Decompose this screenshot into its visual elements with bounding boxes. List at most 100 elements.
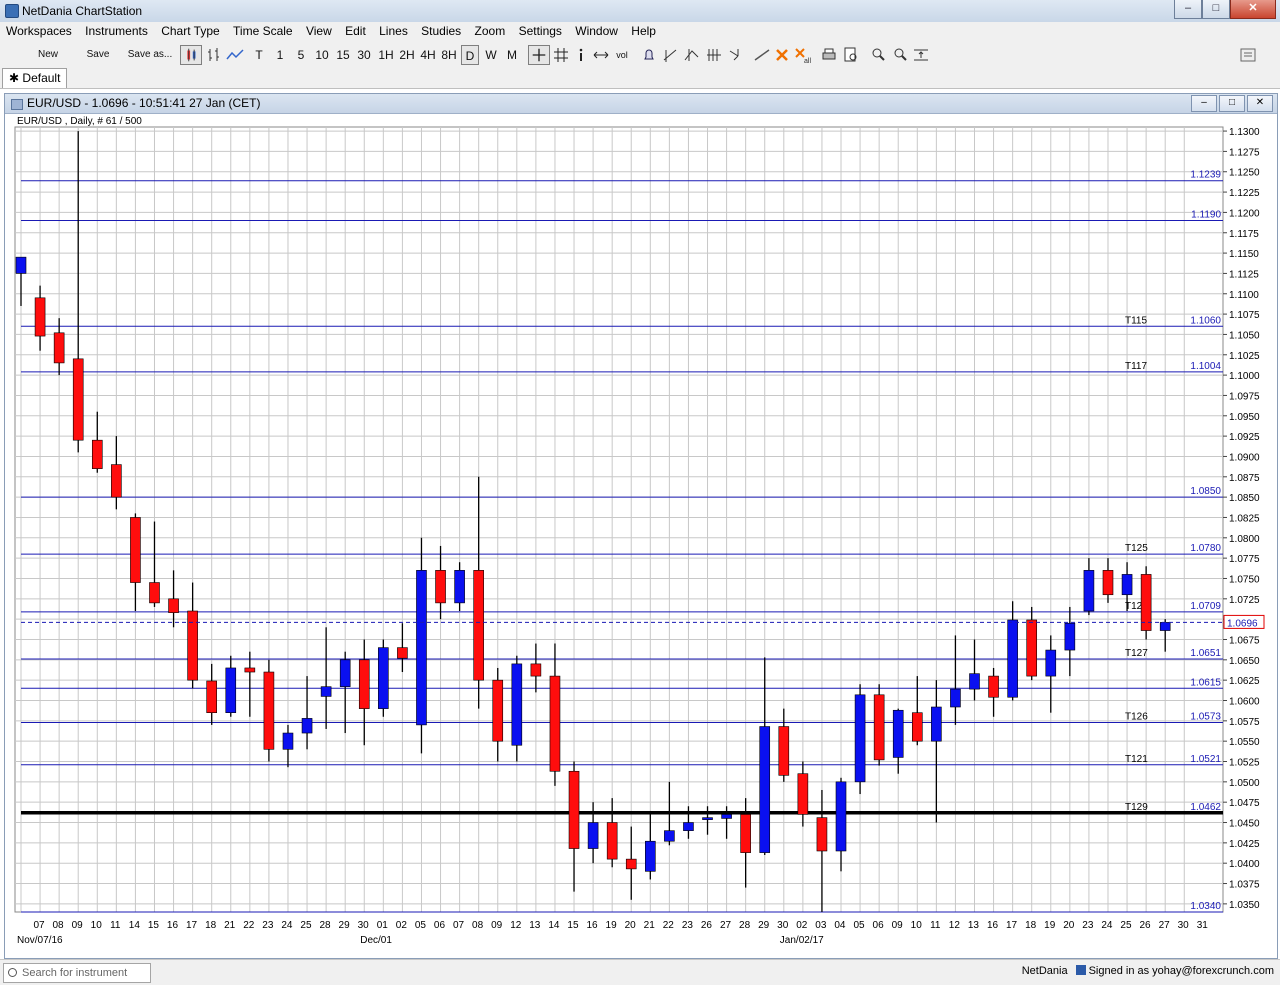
menu-window[interactable]: Window [571, 22, 622, 40]
timeframe-daily[interactable]: D [461, 45, 479, 65]
level-price-label: 1.1004 [1190, 361, 1221, 372]
fit-chart-icon[interactable] [911, 45, 931, 65]
save-button[interactable]: Save [80, 45, 116, 65]
menu-lines[interactable]: Lines [375, 22, 412, 40]
channel-tool-icon[interactable] [682, 45, 702, 65]
volume-button[interactable]: vol [612, 45, 632, 65]
x-tick-label: 16 [586, 920, 598, 931]
crosshair-icon[interactable] [528, 45, 550, 65]
line-chart-icon[interactable] [225, 45, 245, 65]
candle-down [625, 858, 637, 870]
menu-time-scale[interactable]: Time Scale [229, 22, 297, 40]
level-price-label: 1.1060 [1190, 315, 1221, 326]
timeframe-weekly[interactable]: W [482, 45, 500, 65]
candle-up [664, 830, 675, 842]
timeframe-15m[interactable]: 15 [334, 45, 352, 65]
close-button[interactable]: ✕ [1230, 0, 1276, 19]
y-tick-label: 1.1150 [1229, 249, 1259, 260]
x-tick-label: 09 [491, 920, 503, 931]
minimize-button[interactable]: – [1174, 0, 1202, 19]
timeframe-5m[interactable]: 5 [293, 45, 309, 65]
candle-down [130, 517, 141, 583]
y-tick-label: 1.0475 [1229, 798, 1260, 809]
menu-zoom[interactable]: Zoom [471, 22, 510, 40]
level-price-label: 1.0521 [1190, 754, 1221, 765]
panel-toggle-icon[interactable] [1238, 45, 1258, 65]
candle-down [473, 570, 484, 681]
delete-all-icon[interactable]: all [793, 45, 813, 65]
search-input[interactable]: Search for instrument [3, 963, 151, 983]
x-tick-label: 07 [453, 920, 465, 931]
timeframe-monthly[interactable]: M [503, 45, 521, 65]
alert-bell-icon[interactable] [640, 45, 658, 65]
x-tick-label: 20 [625, 920, 637, 931]
candlestick-chart[interactable]: EUR/USD , Daily, # 61 / 500 1.0350 1.0375 1… [5, 94, 1277, 958]
timeframe-1h[interactable]: 1H [376, 45, 396, 65]
search-placeholder: Search for instrument [22, 967, 128, 979]
grid-icon[interactable] [551, 45, 571, 65]
timeframe-2h[interactable]: 2H [397, 45, 417, 65]
candle-up [1045, 649, 1057, 677]
y-tick-label: 1.0875 [1229, 473, 1260, 484]
menu-workspaces[interactable]: Workspaces [2, 22, 76, 40]
month-label: Jan/02/17 [780, 935, 824, 946]
bar-chart-icon[interactable] [204, 45, 224, 65]
timeframe-1m[interactable]: 1 [272, 45, 288, 65]
candle-up [1064, 622, 1076, 651]
plot-area [14, 126, 1224, 913]
fibonacci-tool-icon[interactable] [704, 45, 724, 65]
candle-up [511, 663, 523, 746]
menu-studies[interactable]: Studies [417, 22, 465, 40]
maximize-button[interactable]: □ [1202, 0, 1230, 19]
level-tag-label: T129 [1125, 802, 1148, 813]
y-tick-label: 1.0575 [1229, 717, 1260, 728]
zoom-in-icon[interactable] [868, 45, 888, 65]
menu-help[interactable]: Help [627, 22, 660, 40]
timeframe-8h[interactable]: 8H [439, 45, 459, 65]
save-as-button[interactable]: Save as... [126, 45, 174, 65]
level-price-label: 1.0780 [1190, 543, 1221, 554]
level-price-label: 1.0573 [1190, 711, 1221, 722]
menu-chart-type[interactable]: Chart Type [157, 22, 223, 40]
x-tick-label: 30 [358, 920, 370, 931]
print-preview-icon[interactable] [842, 45, 860, 65]
search-icon [8, 968, 17, 977]
workspace-tab-bar: ✱ Default [0, 68, 1280, 89]
x-tick-label: 02 [396, 920, 408, 931]
menu-view[interactable]: View [302, 22, 336, 40]
y-tick-label: 1.1125 [1229, 269, 1259, 280]
x-tick-label: 14 [548, 920, 560, 931]
candlestick-chart-icon[interactable] [180, 45, 202, 65]
level-price-label: 1.1239 [1190, 170, 1221, 181]
arrow-tool-icon[interactable] [726, 45, 746, 65]
candle-down [1026, 619, 1038, 677]
candle-down [568, 770, 580, 849]
info-icon[interactable] [572, 45, 590, 65]
menu-instruments[interactable]: Instruments [81, 22, 152, 40]
candle-up [416, 570, 427, 726]
menu-edit[interactable]: Edit [341, 22, 370, 40]
print-icon[interactable] [820, 45, 838, 65]
scroll-arrows-icon[interactable] [591, 45, 611, 65]
new-button[interactable]: New [30, 45, 66, 65]
x-tick-label: 15 [148, 920, 160, 931]
timeframe-tick[interactable]: T [250, 45, 268, 65]
y-tick-label: 1.1175 [1229, 229, 1259, 240]
y-tick-label: 1.0800 [1229, 534, 1260, 545]
y-tick-label: 1.0650 [1229, 656, 1260, 667]
candle-down [358, 659, 370, 709]
x-tick-label: 21 [224, 920, 236, 931]
timeframe-30m[interactable]: 30 [355, 45, 373, 65]
x-tick-label: 16 [167, 920, 179, 931]
candle-down [187, 610, 198, 681]
menu-settings[interactable]: Settings [515, 22, 566, 40]
delete-drawing-icon[interactable] [773, 45, 791, 65]
candle-down [168, 598, 179, 613]
timeframe-10m[interactable]: 10 [313, 45, 331, 65]
tab-default[interactable]: ✱ Default [2, 68, 68, 88]
zoom-out-icon[interactable] [890, 45, 910, 65]
x-tick-label: 09 [72, 920, 84, 931]
timeframe-4h[interactable]: 4H [418, 45, 438, 65]
trendline-tool-icon[interactable] [660, 45, 680, 65]
draw-line-icon[interactable] [752, 45, 772, 65]
